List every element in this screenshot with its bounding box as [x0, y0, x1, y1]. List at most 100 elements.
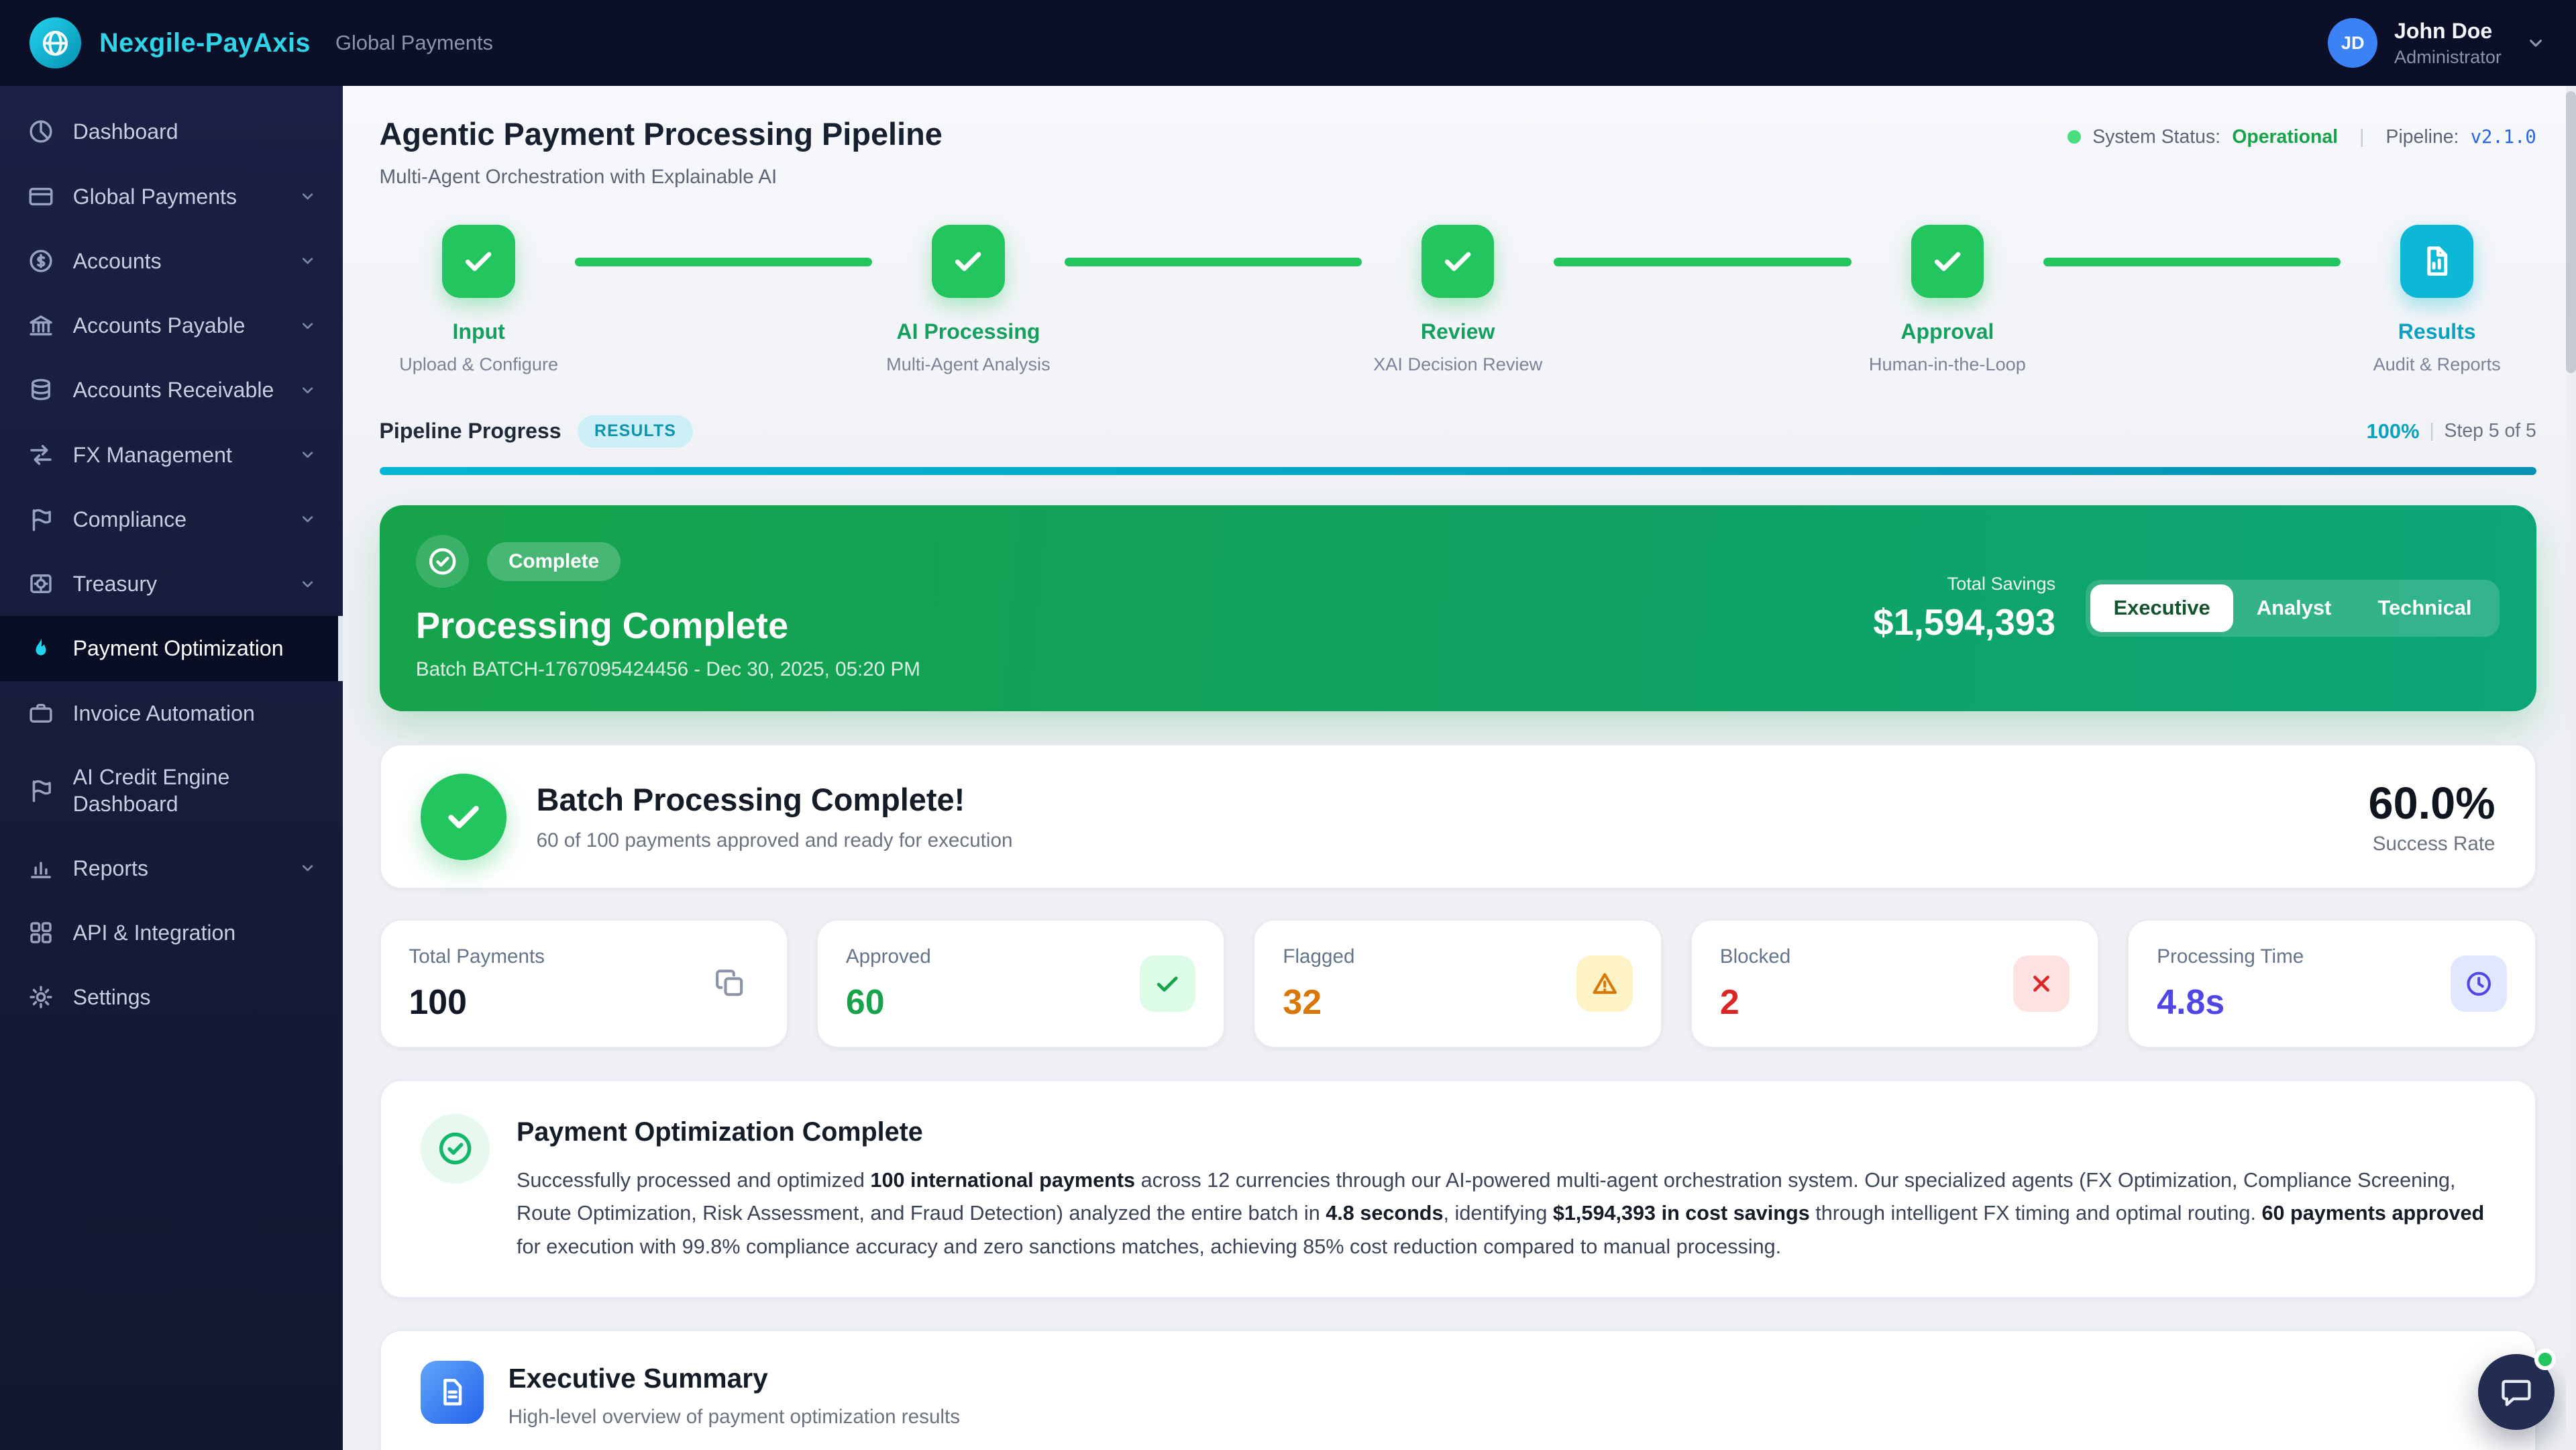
progress-step-text: Step 5 of 5: [2445, 420, 2536, 442]
step-sublabel: Multi-Agent Analysis: [886, 354, 1051, 375]
tab-technical[interactable]: Technical: [2355, 584, 2495, 632]
main-content: Agentic Payment Processing Pipeline Mult…: [343, 86, 2576, 1449]
dollar-circle-icon: [27, 247, 55, 275]
sidebar-item-payment-optimization[interactable]: Payment Optimization: [0, 616, 343, 680]
pipeline-step-review[interactable]: Review XAI Decision Review: [1362, 225, 1554, 376]
flame-icon: [27, 635, 55, 663]
step-sublabel: Upload & Configure: [399, 354, 558, 375]
page-title: Agentic Payment Processing Pipeline: [380, 116, 943, 152]
sidebar-item-label: Invoice Automation: [73, 700, 317, 727]
step-connector: [1065, 258, 1362, 266]
stat-value: 2: [1720, 982, 1790, 1022]
brand[interactable]: Nexgile-PayAxis Global Payments: [30, 17, 493, 69]
pipeline-step-ai-processing[interactable]: AI Processing Multi-Agent Analysis: [872, 225, 1064, 376]
processing-complete-banner: Complete Processing Complete Batch BATCH…: [380, 505, 2536, 711]
sidebar-item-accounts-payable[interactable]: Accounts Payable: [0, 293, 343, 358]
pipeline-label: Pipeline:: [2386, 126, 2459, 148]
chevron-down-icon: [299, 510, 317, 528]
step-connector: [1554, 258, 1851, 266]
sidebar-item-accounts-receivable[interactable]: Accounts Receivable: [0, 358, 343, 422]
sidebar-item-dashboard[interactable]: Dashboard: [0, 99, 343, 164]
sidebar-item-settings[interactable]: Settings: [0, 965, 343, 1029]
stat-label: Approved: [846, 945, 931, 968]
sidebar-item-global-payments[interactable]: Global Payments: [0, 164, 343, 228]
stat-text: Approved 60: [846, 945, 931, 1022]
pipeline-step-approval[interactable]: Approval Human-in-the-Loop: [1851, 225, 2043, 376]
stat-approved: Approved 60: [816, 919, 1225, 1048]
executive-summary-title: Executive Summary: [508, 1363, 960, 1394]
executive-content: Executive Summary High-level overview of…: [508, 1361, 960, 1429]
page-head-left: Agentic Payment Processing Pipeline Mult…: [380, 116, 943, 189]
success-rate: 60.0% Success Rate: [2369, 778, 2496, 856]
brand-tagline: Global Payments: [335, 31, 493, 55]
sidebar-item-ai-credit-engine[interactable]: AI Credit Engine Dashboard: [0, 745, 343, 836]
sidebar-item-reports[interactable]: Reports: [0, 836, 343, 900]
step-complete-check-icon: [932, 225, 1005, 298]
clock-icon: [2451, 955, 2507, 1012]
stat-text: Processing Time 4.8s: [2157, 945, 2304, 1022]
circle-check-icon: [416, 535, 469, 588]
scrollbar-thumb[interactable]: [2566, 91, 2576, 373]
success-rate-label: Success Rate: [2369, 833, 2496, 856]
pipeline-step-results[interactable]: Results Audit & Reports: [2341, 225, 2532, 376]
user-role: Administrator: [2394, 45, 2502, 68]
pie-chart-icon: [27, 117, 55, 146]
sidebar-item-fx-management[interactable]: FX Management: [0, 423, 343, 487]
chevron-down-icon: [299, 446, 317, 464]
chevron-down-icon: [299, 317, 317, 335]
tab-analyst[interactable]: Analyst: [2233, 584, 2355, 632]
batch-summary-title: Batch Processing Complete!: [537, 782, 1013, 818]
stat-text: Total Payments 100: [409, 945, 545, 1022]
copy-icon: [702, 955, 759, 1012]
progress-title: Pipeline Progress: [380, 419, 561, 444]
stat-flagged: Flagged 32: [1253, 919, 1662, 1048]
stat-label: Blocked: [1720, 945, 1790, 968]
user-menu[interactable]: JD John Doe Administrator: [2328, 17, 2546, 69]
success-rate-value: 60.0%: [2369, 778, 2496, 829]
stat-value: 100: [409, 982, 545, 1022]
sidebar-item-accounts[interactable]: Accounts: [0, 229, 343, 293]
pipeline-step-input[interactable]: Input Upload & Configure: [382, 225, 574, 376]
sidebar-item-api-integration[interactable]: API & Integration: [0, 900, 343, 965]
batch-summary-card: Batch Processing Complete! 60 of 100 pay…: [380, 744, 2536, 889]
scrollbar[interactable]: [2566, 86, 2576, 1449]
step-label: AI Processing: [896, 319, 1040, 344]
step-complete-check-icon: [442, 225, 515, 298]
sidebar-item-label: FX Management: [73, 442, 280, 468]
circle-check-icon: [421, 1114, 490, 1184]
check-icon: [1140, 955, 1196, 1012]
pipeline-steps: Input Upload & Configure AI Processing M…: [380, 225, 2536, 376]
banner-title: Processing Complete: [416, 605, 920, 647]
stat-label: Flagged: [1283, 945, 1354, 968]
grid-icon: [27, 919, 55, 947]
stats-row: Total Payments 100 Approved 60 Flagg: [380, 919, 2536, 1048]
flag-icon: [27, 776, 55, 805]
progress-percent: 100%: [2367, 419, 2420, 444]
warning-triangle-icon: [1576, 955, 1633, 1012]
stat-text: Flagged 32: [1283, 945, 1354, 1022]
sidebar-item-label: API & Integration: [73, 919, 317, 946]
sidebar-item-label: Settings: [73, 984, 317, 1011]
document-icon: [421, 1361, 484, 1424]
total-savings-label: Total Savings: [1873, 573, 2055, 594]
step-label: Results: [2398, 319, 2476, 344]
banner-left: Complete Processing Complete Batch BATCH…: [416, 535, 920, 681]
sidebar-item-label: Compliance: [73, 506, 280, 533]
sidebar-item-label: Accounts Payable: [73, 312, 280, 339]
sidebar-item-invoice-automation[interactable]: Invoice Automation: [0, 681, 343, 745]
step-label: Input: [452, 319, 504, 344]
stat-label: Total Payments: [409, 945, 545, 968]
status-badge: Complete: [487, 542, 621, 582]
stat-value: 4.8s: [2157, 982, 2304, 1022]
sidebar-item-treasury[interactable]: Treasury: [0, 552, 343, 616]
sidebar: Dashboard Global Payments Accounts Accou…: [0, 86, 343, 1449]
optimization-content: Payment Optimization Complete Successful…: [517, 1114, 2496, 1263]
briefcase-icon: [27, 699, 55, 727]
status-line: System Status: Operational | Pipeline: v…: [2068, 126, 2536, 148]
chat-fab-button[interactable]: [2478, 1354, 2555, 1431]
tab-executive[interactable]: Executive: [2090, 584, 2233, 632]
total-savings-value: $1,594,393: [1873, 601, 2055, 643]
step-sublabel: Audit & Reports: [2373, 354, 2501, 375]
avatar: JD: [2328, 18, 2377, 68]
sidebar-item-compliance[interactable]: Compliance: [0, 487, 343, 552]
